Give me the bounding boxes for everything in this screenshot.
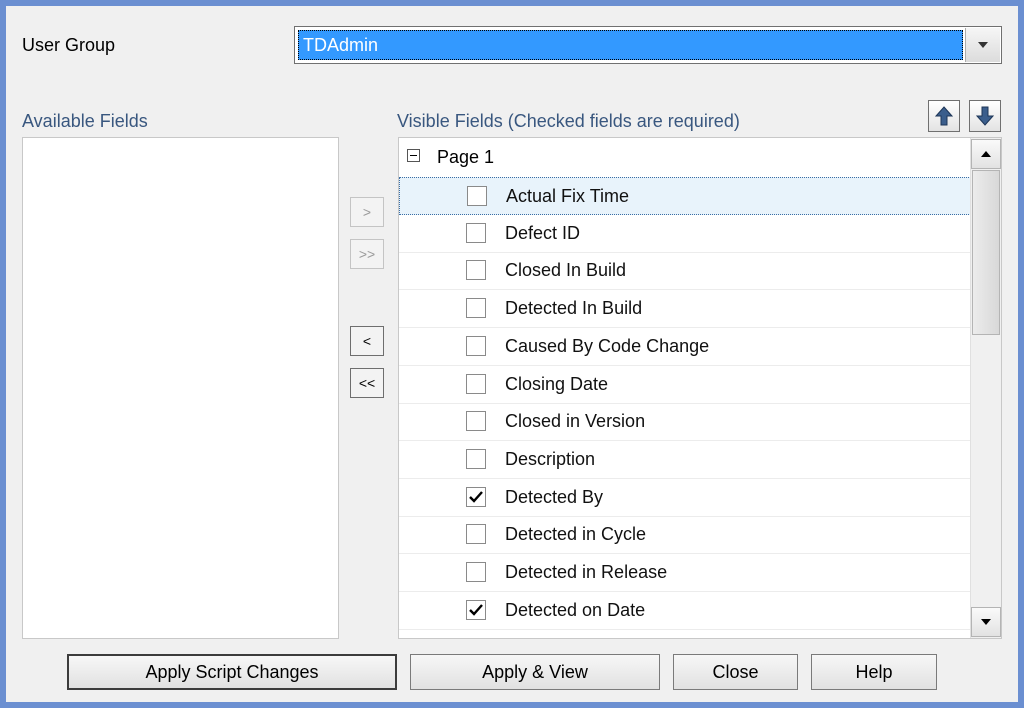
remove-field-button[interactable]: < xyxy=(350,326,384,356)
scroll-down-button[interactable] xyxy=(971,607,1001,637)
checkmark-icon xyxy=(469,490,483,503)
required-checkbox[interactable] xyxy=(466,524,486,545)
field-row[interactable]: Caused By Code Change xyxy=(399,328,971,366)
field-row-label: Detected By xyxy=(505,486,604,507)
visible-fields-scrollbar[interactable] xyxy=(970,138,1001,638)
required-checkbox[interactable] xyxy=(466,448,486,469)
field-row-label: Detected on Date xyxy=(505,599,646,620)
field-layout-dialog: User Group TDAdmin Available Fields > >>… xyxy=(6,6,1018,702)
available-fields-label: Available Fields xyxy=(22,111,148,131)
apply-script-changes-button[interactable]: Apply Script Changes xyxy=(67,654,397,690)
close-button[interactable]: Close xyxy=(673,654,798,690)
field-row-label: Actual Fix Time xyxy=(506,186,630,206)
user-group-dropdown-button[interactable] xyxy=(965,28,1000,62)
field-row[interactable]: Detected in Cycle xyxy=(399,516,971,555)
apply-and-view-button[interactable]: Apply & View xyxy=(410,654,660,690)
required-checkbox[interactable] xyxy=(466,411,486,432)
field-row[interactable]: Detected on Date xyxy=(399,592,971,630)
field-row[interactable]: Closing Date xyxy=(399,366,971,404)
visible-fields-label: Visible Fields (Checked fields are requi… xyxy=(397,111,740,131)
field-row-label: Detected in Cycle xyxy=(505,524,647,545)
move-down-button[interactable] xyxy=(969,100,1001,132)
triangle-down-icon xyxy=(981,619,991,625)
field-row[interactable]: Detected in Release xyxy=(399,554,971,592)
field-row-label: Description xyxy=(505,448,596,469)
help-button[interactable]: Help xyxy=(811,654,937,690)
user-group-label: User Group xyxy=(22,35,116,55)
field-row-label: Closing Date xyxy=(505,373,609,394)
required-checkbox[interactable] xyxy=(466,222,486,243)
field-row-label: Caused By Code Change xyxy=(505,335,710,356)
field-row[interactable]: Detected In Build xyxy=(399,290,971,329)
required-checkbox[interactable] xyxy=(466,260,486,281)
triangle-up-icon xyxy=(981,151,991,157)
required-checkbox[interactable] xyxy=(466,373,486,394)
tree-node-page[interactable]: Page 1 xyxy=(399,138,971,174)
scrollbar-thumb[interactable] xyxy=(972,170,1000,335)
remove-all-fields-button[interactable]: << xyxy=(350,368,384,398)
add-field-button[interactable]: > xyxy=(350,197,384,227)
required-checkbox[interactable] xyxy=(466,562,486,582)
arrow-down-icon xyxy=(976,106,994,126)
arrow-up-icon xyxy=(935,106,953,126)
user-group-select[interactable]: TDAdmin xyxy=(294,26,1002,64)
collapse-icon[interactable] xyxy=(407,149,420,162)
field-row[interactable]: Closed In Build xyxy=(399,252,971,291)
required-checkbox[interactable] xyxy=(466,486,486,507)
checkmark-icon xyxy=(469,603,483,616)
required-checkbox[interactable] xyxy=(467,186,487,206)
required-checkbox[interactable] xyxy=(466,599,486,620)
field-row[interactable]: Closed in Version xyxy=(399,403,971,442)
field-row-label: Closed In Build xyxy=(505,260,627,281)
available-fields-list[interactable] xyxy=(22,137,339,639)
field-row[interactable]: Detected By xyxy=(399,479,971,517)
field-row-label: Detected In Build xyxy=(505,298,643,319)
field-row-label: Closed in Version xyxy=(505,411,646,432)
tree-node-page-label: Page 1 xyxy=(437,147,495,167)
field-row[interactable]: Actual Fix Time xyxy=(399,177,971,215)
field-row-label: Detected in Release xyxy=(505,562,668,582)
user-group-value[interactable]: TDAdmin xyxy=(298,30,963,60)
field-row-label: Defect ID xyxy=(505,222,581,243)
required-checkbox[interactable] xyxy=(466,298,486,319)
chevron-down-icon xyxy=(978,42,988,48)
required-checkbox[interactable] xyxy=(466,335,486,356)
add-all-fields-button[interactable]: >> xyxy=(350,239,384,269)
field-row[interactable]: Defect ID xyxy=(399,215,971,253)
scroll-up-button[interactable] xyxy=(971,139,1001,169)
move-up-button[interactable] xyxy=(928,100,960,132)
visible-fields-tree[interactable]: Page 1 Actual Fix Time Defect ID Closed In… xyxy=(398,137,1002,639)
field-row[interactable]: Description xyxy=(399,441,971,479)
